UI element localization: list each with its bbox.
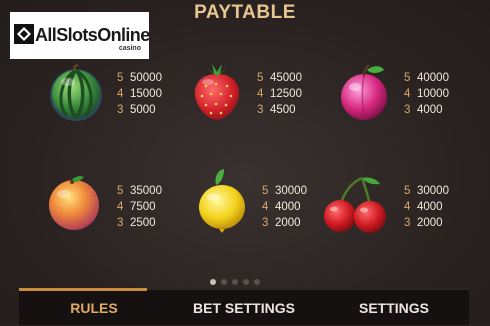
tab-settings[interactable]: SETTINGS [319,290,469,325]
pay-value: 4000 [417,104,443,116]
pay-value: 4500 [270,104,296,116]
pay-count: 5 [404,185,411,197]
pay-value: 12500 [270,88,302,100]
pay-value: 40000 [417,72,449,84]
pay-count: 4 [257,88,264,100]
pay-count: 5 [117,185,124,197]
pay-row: 5 45000 [257,70,302,86]
pay-value: 30000 [417,185,449,197]
logo-subtext: casino [118,45,141,52]
watermelon-icon [50,64,102,121]
pay-count: 3 [262,217,269,229]
page-dot-1[interactable] [210,279,216,285]
pay-count: 5 [257,72,264,84]
pay-value: 15000 [130,88,162,100]
paytable-title: PAYTABLE [194,2,296,23]
pay-row: 3 4000 [404,102,449,118]
pay-row: 4 4000 [262,199,307,215]
pay-row: 3 2500 [117,215,162,231]
pay-row: 4 7500 [117,199,162,215]
page-dot-4[interactable] [243,279,249,285]
pay-count: 5 [262,185,269,197]
pay-value: 7500 [130,201,156,213]
pay-count: 3 [117,104,124,116]
pay-count: 4 [404,201,411,213]
pay-row: 5 35000 [117,183,162,199]
pay-count: 4 [117,88,124,100]
diamond-logo-icon [14,24,34,44]
cherries-icon [324,176,386,233]
orange-icon [49,176,99,230]
tab-rules[interactable]: RULES [19,290,169,325]
pay-value: 50000 [130,72,162,84]
page-dot-2[interactable] [221,279,227,285]
pay-count: 4 [117,201,124,213]
lemon-icon [199,169,245,233]
tab-bet-settings[interactable]: BET SETTINGS [169,290,319,325]
strawberry-icon [194,64,240,120]
pay-count: 3 [257,104,264,116]
pay-count: 4 [262,201,269,213]
pay-row: 3 2000 [262,215,307,231]
pay-value: 4000 [417,201,443,213]
pay-value: 4000 [275,201,301,213]
pay-row: 5 30000 [404,183,449,199]
pay-count: 3 [404,217,411,229]
pay-value: 30000 [275,185,307,197]
pay-row: 3 2000 [404,215,449,231]
pay-value: 45000 [270,72,302,84]
pay-row: 5 40000 [404,70,449,86]
pay-count: 3 [117,217,124,229]
pay-row: 3 4500 [257,102,302,118]
pay-row: 4 10000 [404,86,449,102]
pay-row: 4 15000 [117,86,162,102]
pay-row: 4 12500 [257,86,302,102]
plum-icon [341,64,387,120]
pay-value: 10000 [417,88,449,100]
pay-row: 4 4000 [404,199,449,215]
logo-text: AllSlotsOnline [35,25,150,45]
pay-count: 3 [404,104,411,116]
pay-value: 2000 [275,217,301,229]
pay-row: 5 30000 [262,183,307,199]
pay-count: 5 [404,72,411,84]
pay-value: 5000 [130,104,156,116]
pay-count: 5 [117,72,124,84]
pay-count: 4 [404,88,411,100]
pay-value: 2500 [130,217,156,229]
pay-row: 5 50000 [117,70,162,86]
pay-value: 2000 [417,217,443,229]
pay-value: 35000 [130,185,162,197]
bottom-tab-bar: RULES BET SETTINGS SETTINGS [19,288,469,325]
page-indicator [210,279,260,285]
pay-row: 3 5000 [117,102,162,118]
page-dot-3[interactable] [232,279,238,285]
page-dot-5[interactable] [254,279,260,285]
